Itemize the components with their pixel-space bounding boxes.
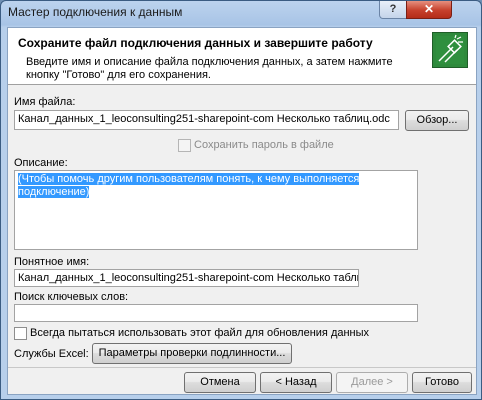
save-password-checkbox[interactable]	[178, 139, 191, 152]
file-name-input[interactable]: Канал_данных_1_leoconsulting251-sharepoi…	[14, 110, 399, 130]
header-description: Введите имя и описание файла подключения…	[26, 56, 393, 81]
description-label: Описание:	[14, 157, 68, 169]
wizard-window: Мастер подключения к данным ? ✕ Сохранит…	[0, 0, 482, 400]
keywords-input[interactable]	[14, 304, 418, 322]
cancel-button[interactable]: Отмена	[184, 372, 256, 393]
wizard-header: Сохраните файл подключения данных и заве…	[8, 28, 476, 85]
file-name-label: Имя файла:	[14, 96, 76, 108]
excel-services-label: Службы Excel:	[14, 348, 89, 360]
description-text: (Чтобы помочь другим пользователям понят…	[18, 173, 360, 198]
footer-divider	[8, 367, 476, 368]
back-button[interactable]: < Назад	[260, 372, 332, 393]
next-button[interactable]: Далее >	[336, 372, 408, 393]
save-password-label: Сохранить пароль в файле	[194, 139, 334, 151]
auth-settings-button[interactable]: Параметры проверки подлинности...	[92, 343, 292, 364]
always-use-checkbox[interactable]	[14, 327, 27, 340]
finish-button[interactable]: Готово	[412, 372, 472, 393]
description-textarea[interactable]: (Чтобы помочь другим пользователям понят…	[14, 170, 418, 250]
header-title: Сохраните файл подключения данных и заве…	[18, 36, 373, 50]
dialog-client: Сохраните файл подключения данных и заве…	[7, 27, 477, 395]
help-button[interactable]: ?	[379, 1, 407, 19]
friendly-name-label: Понятное имя:	[14, 256, 90, 268]
friendly-name-input[interactable]: Канал_данных_1_leoconsulting251-sharepoi…	[14, 269, 359, 287]
browse-button[interactable]: Обзор...	[405, 110, 469, 131]
title-bar[interactable]: Мастер подключения к данным ? ✕	[1, 1, 481, 23]
close-button[interactable]: ✕	[406, 1, 452, 19]
window-title: Мастер подключения к данным	[8, 5, 183, 19]
keywords-label: Поиск ключевых слов:	[14, 291, 129, 303]
always-use-label: Всегда пытаться использовать этот файл д…	[30, 327, 370, 339]
excel-connection-icon	[432, 32, 468, 68]
